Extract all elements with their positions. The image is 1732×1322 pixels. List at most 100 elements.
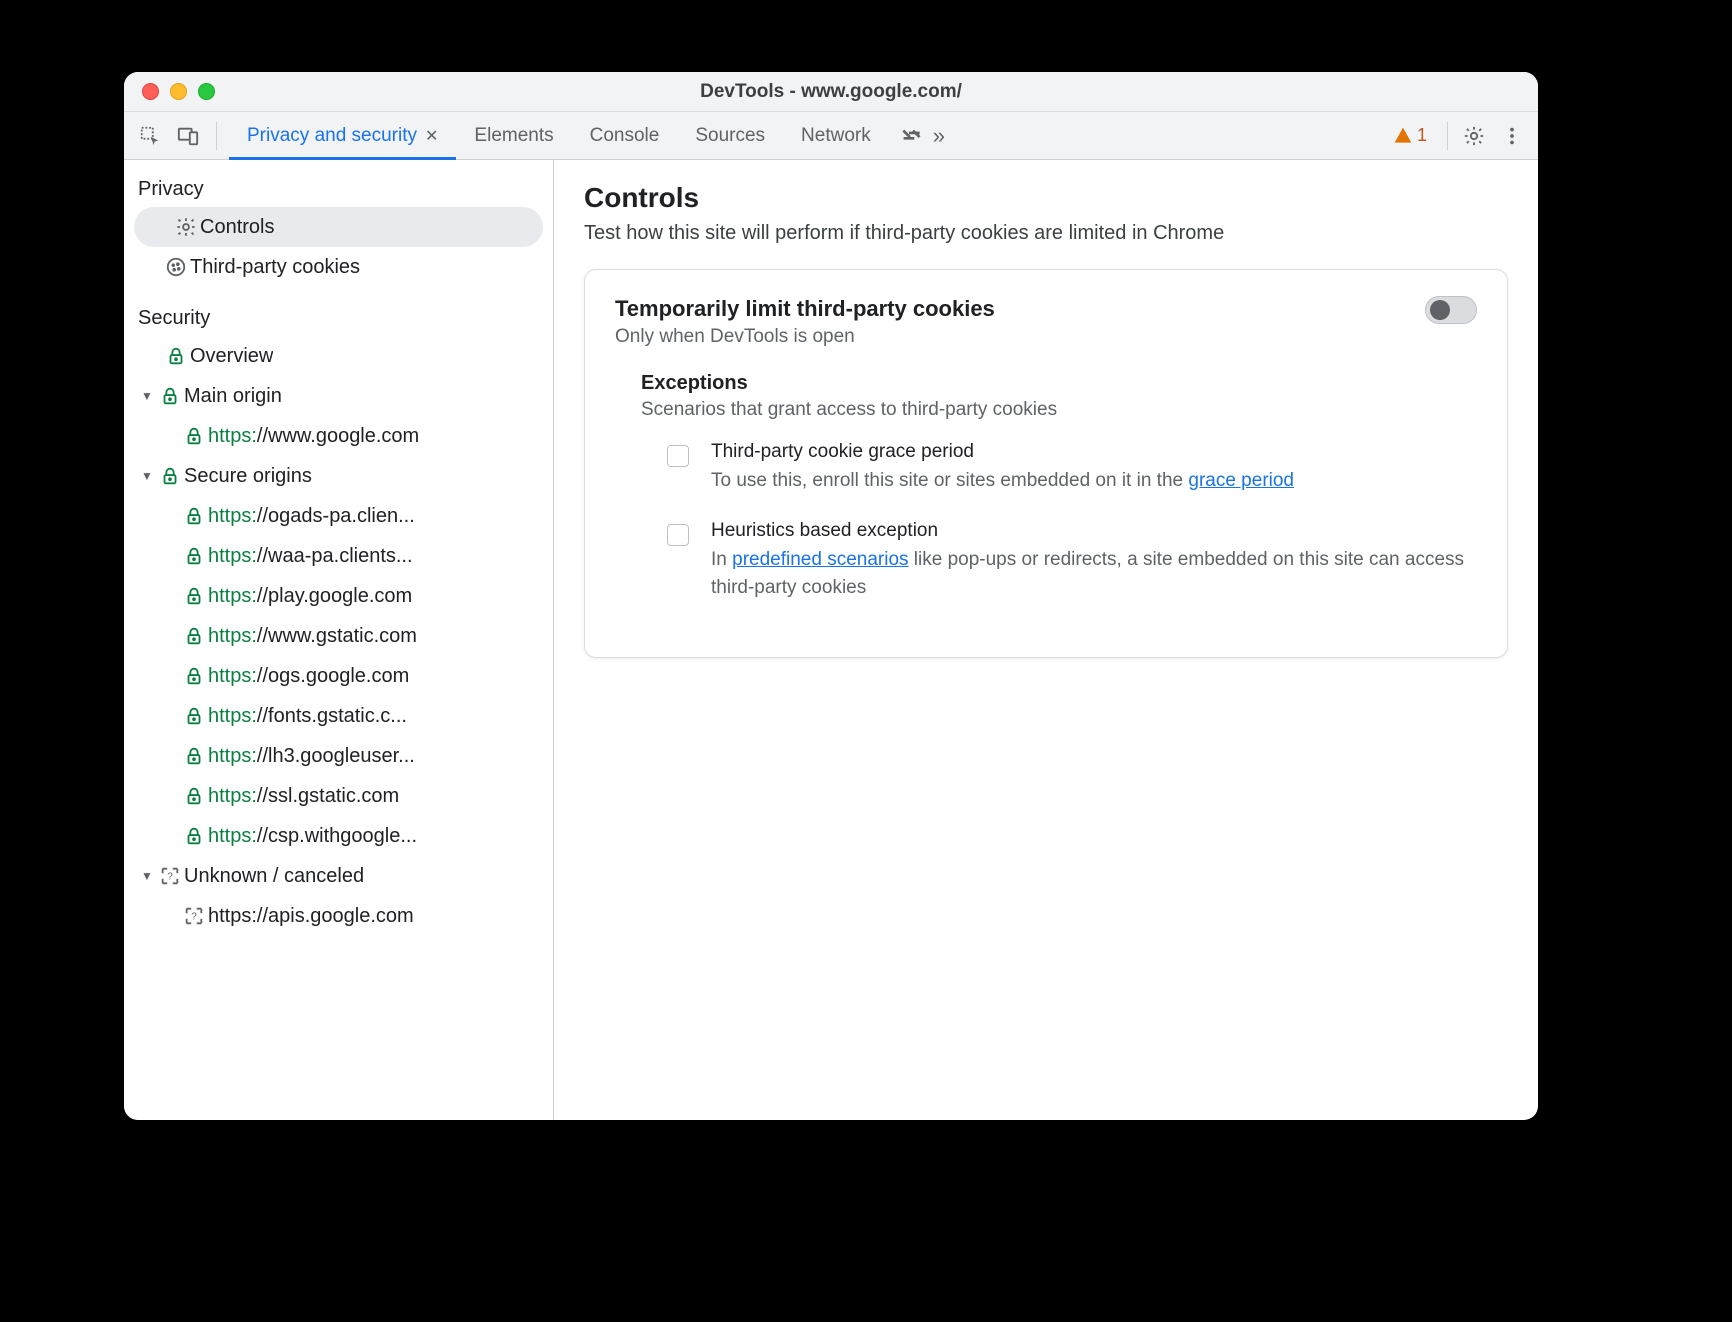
disclosure-triangle-icon[interactable]: ▼: [138, 389, 156, 403]
tab-console[interactable]: Console: [572, 112, 678, 159]
lock-icon: [180, 625, 208, 647]
separator: [216, 122, 217, 150]
tab-elements[interactable]: Elements: [456, 112, 571, 159]
more-options-icon[interactable]: [1496, 120, 1528, 152]
panel-tabs: Privacy and security ✕ Elements Console …: [229, 112, 955, 159]
exception-checkbox[interactable]: [667, 524, 689, 546]
lock-icon: [180, 505, 208, 527]
tab-network[interactable]: Network: [783, 112, 889, 159]
tree-node-main-origin[interactable]: ▼ Main origin: [124, 376, 553, 416]
sidebar-item-overview[interactable]: Overview: [124, 336, 553, 376]
window-title: DevTools - www.google.com/: [124, 81, 1538, 103]
origin-url: https://fonts.gstatic.c...: [208, 705, 407, 728]
lock-icon: [162, 345, 190, 367]
panel-body: Privacy Controls Third-party cookies Sec…: [124, 160, 1538, 1120]
exception-description: In predefined scenarios like pop-ups or …: [711, 546, 1477, 603]
origin-url: https://ogs.google.com: [208, 665, 409, 688]
inspect-element-icon[interactable]: [134, 120, 166, 152]
exception-description: To use this, enroll this site or sites e…: [711, 467, 1294, 496]
lock-icon: [180, 785, 208, 807]
sidebar-item-controls[interactable]: Controls: [134, 207, 543, 247]
svg-text:?: ?: [191, 912, 197, 923]
sidebar: Privacy Controls Third-party cookies Sec…: [124, 160, 554, 1120]
disclosure-triangle-icon[interactable]: ▼: [138, 869, 156, 883]
origin-url: https://csp.withgoogle...: [208, 825, 417, 848]
device-toggle-icon[interactable]: [172, 120, 204, 152]
close-tab-icon[interactable]: ✕: [425, 126, 438, 146]
origin-url: https://ssl.gstatic.com: [208, 785, 399, 808]
sidebar-section-security: Security: [124, 287, 553, 336]
main-content: Controls Test how this site will perform…: [554, 160, 1538, 1120]
sidebar-item-label: Third-party cookies: [190, 256, 360, 279]
page-subheading: Test how this site will perform if third…: [584, 222, 1508, 245]
lock-icon: [156, 385, 184, 407]
exception-checkbox[interactable]: [667, 445, 689, 467]
tab-sources[interactable]: Sources: [677, 112, 783, 159]
svg-text:?: ?: [167, 872, 173, 883]
exception-heuristics: Heuristics based exception In predefined…: [641, 520, 1477, 603]
settings-card: Temporarily limit third-party cookies On…: [584, 269, 1508, 658]
lock-icon: [180, 825, 208, 847]
tree-node-unknown[interactable]: ▼ ? Unknown / canceled: [124, 856, 553, 896]
sidebar-section-privacy: Privacy: [124, 168, 553, 207]
unknown-origin-icon: ?: [180, 905, 208, 927]
exception-title: Heuristics based exception: [711, 520, 1477, 542]
card-subtitle: Only when DevTools is open: [615, 326, 995, 348]
lock-icon: [156, 465, 184, 487]
origin-item[interactable]: https://ssl.gstatic.com: [124, 776, 553, 816]
warnings-count: 1: [1417, 125, 1427, 146]
origin-item[interactable]: https://ogads-pa.clien...: [124, 496, 553, 536]
origin-url: https://www.gstatic.com: [208, 625, 417, 648]
tree-node-secure-origins[interactable]: ▼ Secure origins: [124, 456, 553, 496]
minimize-window-button[interactable]: [170, 83, 187, 100]
maximize-window-button[interactable]: [198, 83, 215, 100]
origin-url: https://ogads-pa.clien...: [208, 505, 415, 528]
lock-icon: [180, 745, 208, 767]
tab-label: Elements: [474, 125, 553, 147]
sidebar-item-label: Controls: [200, 216, 274, 239]
lock-icon: [180, 585, 208, 607]
toggle-knob: [1430, 300, 1450, 320]
limit-cookies-toggle[interactable]: [1425, 296, 1477, 324]
settings-icon[interactable]: [1458, 120, 1490, 152]
tab-privacy-and-security[interactable]: Privacy and security ✕: [229, 112, 456, 159]
origin-item[interactable]: https://lh3.googleuser...: [124, 736, 553, 776]
origin-url: https://play.google.com: [208, 585, 412, 608]
exceptions-subtitle: Scenarios that grant access to third-par…: [641, 399, 1477, 421]
more-tabs-button[interactable]: »: [889, 112, 955, 159]
origin-item[interactable]: https://waa-pa.clients...: [124, 536, 553, 576]
origin-item[interactable]: https://play.google.com: [124, 576, 553, 616]
origin-url: https://www.google.com: [208, 425, 419, 448]
lock-icon: [180, 705, 208, 727]
titlebar: DevTools - www.google.com/: [124, 72, 1538, 112]
lock-icon: [180, 545, 208, 567]
sidebar-item-third-party-cookies[interactable]: Third-party cookies: [124, 247, 553, 287]
separator: [1447, 122, 1448, 150]
tab-label: Sources: [695, 125, 765, 147]
origin-item[interactable]: https://www.gstatic.com: [124, 616, 553, 656]
exception-grace-period: Third-party cookie grace period To use t…: [641, 441, 1477, 496]
tab-label: Console: [590, 125, 660, 147]
predefined-scenarios-link[interactable]: predefined scenarios: [732, 549, 908, 570]
tree-node-label: Main origin: [184, 385, 282, 408]
cookie-icon: [162, 256, 190, 278]
close-window-button[interactable]: [142, 83, 159, 100]
devtools-toolbar: Privacy and security ✕ Elements Console …: [124, 112, 1538, 160]
tree-node-label: Secure origins: [184, 465, 312, 488]
devtools-window: DevTools - www.google.com/ Privacy and s…: [124, 72, 1538, 1120]
origin-item-main[interactable]: https://www.google.com: [124, 416, 553, 456]
grace-period-link[interactable]: grace period: [1188, 470, 1294, 491]
origin-item[interactable]: https://csp.withgoogle...: [124, 816, 553, 856]
origin-item[interactable]: https://fonts.gstatic.c...: [124, 696, 553, 736]
lock-icon: [180, 665, 208, 687]
unknown-origin-icon: ?: [156, 865, 184, 887]
tree-node-label: Unknown / canceled: [184, 865, 364, 888]
origin-url: https://apis.google.com: [208, 905, 414, 928]
origin-url: https://lh3.googleuser...: [208, 745, 415, 768]
lock-icon: [180, 425, 208, 447]
origin-item[interactable]: https://ogs.google.com: [124, 656, 553, 696]
warnings-indicator[interactable]: 1: [1393, 125, 1437, 146]
origin-item-unknown[interactable]: ? https://apis.google.com: [124, 896, 553, 936]
card-title: Temporarily limit third-party cookies: [615, 296, 995, 322]
disclosure-triangle-icon[interactable]: ▼: [138, 469, 156, 483]
